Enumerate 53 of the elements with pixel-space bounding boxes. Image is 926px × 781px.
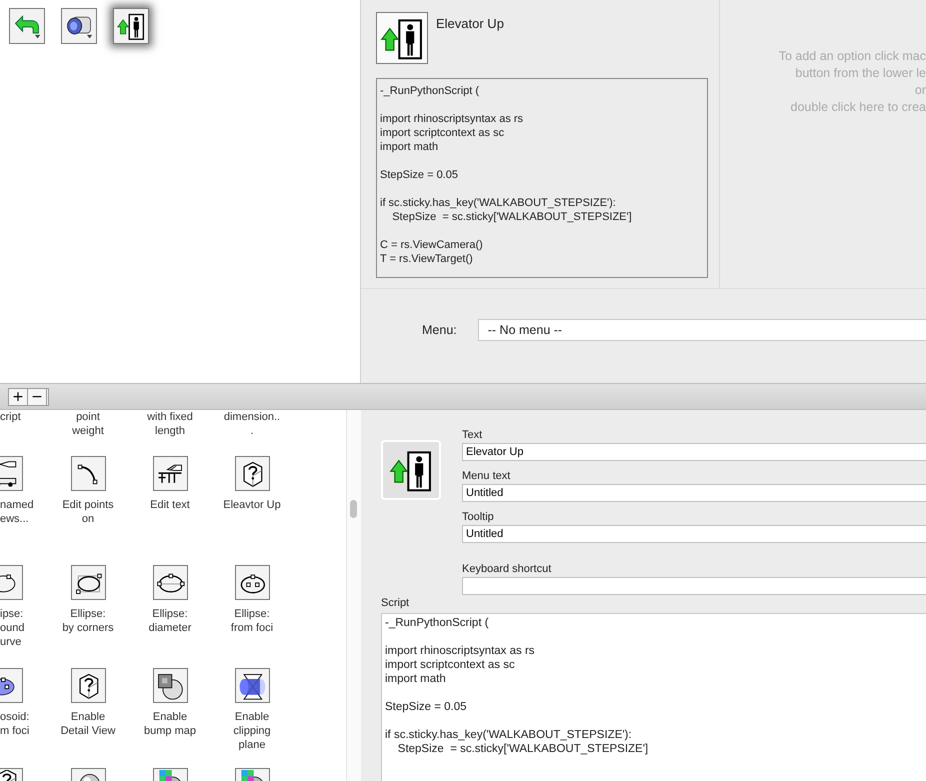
toolbar-button[interactable] bbox=[113, 8, 149, 44]
text-field[interactable]: Elevator Up bbox=[462, 443, 926, 461]
command-icon-button[interactable] bbox=[152, 668, 188, 703]
text-field[interactable] bbox=[462, 577, 926, 595]
options-hint-text: or bbox=[914, 82, 926, 99]
list-edit-button[interactable]: + bbox=[9, 389, 28, 405]
elevator-up-icon bbox=[116, 11, 146, 41]
command-icon-button[interactable] bbox=[234, 565, 270, 600]
command-label[interactable]: point weight bbox=[72, 410, 104, 438]
toolbar-button[interactable] bbox=[61, 8, 97, 44]
script-preview: -_RunPythonScript ( import rhinoscriptsyntax as rs import scriptcontext as sc import math StepSize = 0.05 if sc.sticky.has_key('WALKABOUT_STEPSIZE'): StepSize = sc.sticky['WALKABOUT_STEPSIZE'] C = rs.ViewCamera() T = rs.ViewTarget() bbox=[376, 78, 708, 278]
text-field[interactable]: Untitled bbox=[462, 484, 926, 502]
field-label: Tooltip bbox=[462, 510, 495, 524]
text-field[interactable]: Untitled bbox=[462, 525, 926, 543]
menu-label: Menu: bbox=[422, 323, 457, 337]
command-label[interactable]: Edit points on bbox=[62, 498, 114, 526]
command-label[interactable]: named ews... bbox=[0, 498, 34, 526]
command-icon-button[interactable] bbox=[70, 456, 106, 491]
options-hint-text: button from the lower le bbox=[794, 65, 926, 82]
menu-dropdown[interactable]: -- No menu -- bbox=[478, 319, 926, 341]
command-label[interactable]: Ellipse: from foci bbox=[230, 607, 274, 635]
field-label: Text bbox=[462, 428, 484, 442]
command-label[interactable]: cript bbox=[0, 410, 21, 424]
command-icon-button[interactable] bbox=[152, 456, 188, 491]
toolbar-button[interactable] bbox=[9, 8, 45, 44]
list-edit-button[interactable]: − bbox=[28, 389, 47, 405]
command-title: Elevator Up bbox=[436, 15, 504, 33]
field-label: Menu text bbox=[462, 469, 512, 483]
command-label[interactable]: ipse: ound urve bbox=[0, 607, 24, 649]
command-label[interactable]: osoid: m foci bbox=[0, 710, 30, 738]
script-label: Script bbox=[381, 597, 410, 609]
script-editor[interactable]: -_RunPythonScript ( import rhinoscriptsyntax as rs import scriptcontext as sc import math StepSize = 0.05 if sc.sticky.has_key('WALKABOUT_STEPSIZE'): StepSize = sc.sticky['WALKABOUT_STEPSIZE'] bbox=[381, 613, 926, 781]
command-label[interactable]: Enable bump map bbox=[144, 710, 196, 738]
options-hint-text: double click here to crea bbox=[790, 99, 926, 116]
icon-button[interactable] bbox=[381, 440, 441, 500]
command-label[interactable]: Eleavtor Up bbox=[223, 498, 281, 512]
command-icon-button[interactable] bbox=[234, 456, 270, 491]
command-label[interactable]: Enable clipping plane bbox=[233, 710, 271, 752]
command-label[interactable]: Edit text bbox=[150, 498, 190, 512]
command-icon-button[interactable] bbox=[152, 565, 188, 600]
command-label[interactable]: dimension.. . bbox=[224, 410, 280, 438]
command-label[interactable]: Enable Detail View bbox=[60, 710, 116, 738]
command-label[interactable]: with fixed length bbox=[147, 410, 193, 438]
command-label[interactable]: Ellipse: by corners bbox=[62, 607, 114, 635]
scrollbar[interactable] bbox=[346, 410, 361, 781]
options-hint-text: To add an option click mac bbox=[778, 48, 926, 65]
command-label[interactable]: Ellipse: diameter bbox=[148, 607, 192, 635]
field-label: Keyboard shortcut bbox=[462, 562, 552, 576]
command-icon-button[interactable] bbox=[70, 768, 106, 781]
command-icon-button[interactable] bbox=[234, 668, 270, 703]
scroll-thumb[interactable] bbox=[350, 500, 357, 518]
command-icon-button[interactable] bbox=[70, 668, 106, 703]
command-icon-button[interactable] bbox=[70, 565, 106, 600]
